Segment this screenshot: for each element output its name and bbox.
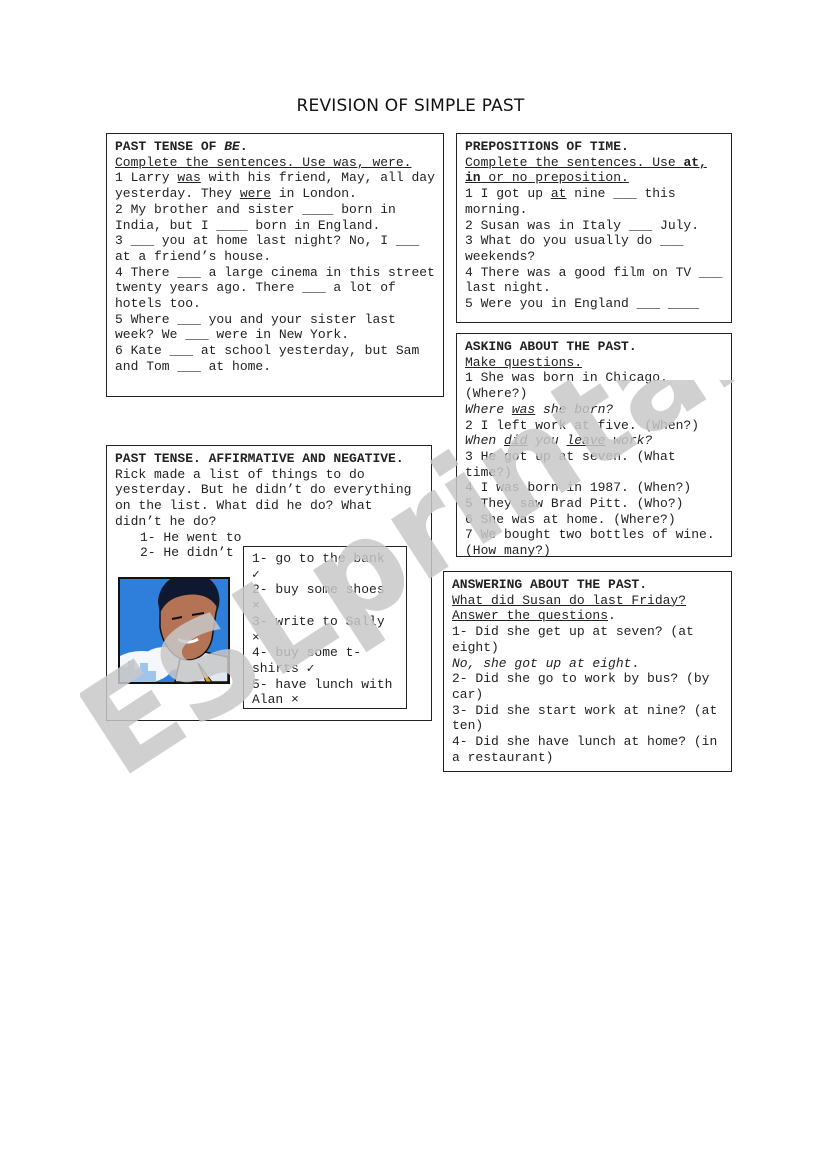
instructions: Make questions.	[465, 354, 583, 370]
exercise-item: 2 I left work at five. (When?)	[465, 417, 700, 433]
section-heading: PAST TENSE. AFFIRMATIVE AND NEGATIVE.	[115, 451, 404, 466]
exercise-item: 2- Did she go to work by bus? (by car)	[452, 671, 710, 702]
exercise-item: 4 I was born in 1987. (When?)	[465, 480, 692, 496]
section-heading: ANSWERING ABOUT THE PAST.	[452, 577, 648, 592]
exercise-item: 5 They saw Brad Pitt. (Who?)	[465, 496, 684, 512]
exercise-item: 3 What do you usually do ___ weekends?	[465, 233, 684, 264]
man-illustration	[118, 577, 230, 684]
exercise-item: 7 We bought two bottles of wine. (How ma…	[465, 527, 715, 557]
todo-item: 1- go to the bank ✓	[252, 551, 398, 582]
exercise-item: 3 ___ you at home last night? No, I ___ …	[115, 233, 420, 264]
section-heading: ASKING ABOUT THE PAST.	[465, 339, 637, 354]
exercise-item: 4 There was a good film on TV ___ last n…	[465, 264, 723, 296]
example-answer: Where was she born?	[465, 402, 723, 418]
todo-text: 1- go to the bank	[252, 551, 385, 566]
check-icon: ✓	[252, 566, 260, 582]
exercise-item: 5 Where ___ you and your sister last wee…	[115, 311, 396, 343]
text: Complete the sentences. Use	[465, 154, 684, 170]
exercise-item: 1 She was born in Chicago. (Where?)	[465, 370, 668, 402]
check-icon: ✓	[306, 660, 315, 676]
exercise-item: 3 He got up at seven. (What time?)	[465, 448, 676, 480]
exercise-item: 5 Were you in England ___ ____	[465, 296, 700, 312]
exercise-item: 1- Did she get up at seven? (at eight)	[452, 624, 694, 655]
heading-dot: .	[239, 139, 248, 154]
exercise-item: 2 Susan was in Italy ___ July.	[465, 217, 700, 233]
text: in London.	[271, 186, 357, 202]
exercise-item: 1 I got up at nine ___ this morning.	[465, 186, 723, 217]
exercise-item: 6 She was at home. (Where?)	[465, 511, 676, 527]
cross-icon: ×	[252, 598, 260, 614]
intro-text: Rick made a list of things to do yesterd…	[115, 466, 412, 529]
todo-item: 2- buy some shoes ×	[252, 582, 398, 613]
todo-text: 5- have lunch with Alan	[252, 676, 393, 708]
text-underlined: was	[511, 401, 536, 417]
todo-item: 4- buy some t-shirts ✓	[252, 645, 398, 676]
cross-icon: ×	[252, 629, 260, 645]
todo-text: 2- buy some shoes	[252, 582, 385, 598]
prepositions-section: PREPOSITIONS OF TIME. Complete the sente…	[456, 133, 732, 323]
text: When	[465, 433, 505, 449]
answer-line: 1- He went to	[140, 529, 242, 545]
example-answer: was	[177, 170, 201, 186]
text: Where	[465, 401, 512, 417]
todo-item: 3- write to Sally ×	[252, 614, 398, 645]
exercise-item: 2 My brother and sister ____ born in Ind…	[115, 201, 396, 233]
text: 1 Larry	[115, 170, 178, 186]
instructions: Answer the questions.	[452, 608, 723, 624]
todo-text: 3- write to Sally	[252, 613, 385, 629]
instructions: Complete the sentences. Use at, in or no…	[465, 155, 723, 186]
instructions: Complete the sentences. Use was, were.	[115, 154, 412, 170]
text: work?	[605, 433, 653, 449]
exercise-item: 6 Kate ___ at school yesterday, but Sam …	[115, 343, 420, 374]
page-title: REVISION OF SIMPLE PAST	[296, 96, 525, 116]
man-portrait-icon	[120, 579, 228, 682]
example-answer: No, she got up at eight.	[452, 656, 723, 672]
past-tense-be-section: PAST TENSE OF BE. Complete the sentences…	[106, 133, 444, 397]
text: .	[631, 655, 640, 671]
answering-section: ANSWERING ABOUT THE PAST. What did Susan…	[443, 571, 732, 772]
text-italic: No, she got up at eight	[452, 655, 632, 671]
text-underlined: Answer the questions	[452, 608, 609, 624]
text: you	[527, 433, 567, 449]
heading-italic: BE	[224, 139, 240, 154]
exercise-item: 3- Did she start work at nine? (at ten)	[452, 702, 718, 734]
example-answer: at	[550, 186, 567, 202]
cross-icon: ×	[291, 692, 299, 708]
text: she born?	[535, 401, 614, 417]
section-heading: PREPOSITIONS OF TIME.	[465, 139, 629, 154]
instructions: What did Susan do last Friday?	[452, 592, 687, 608]
todo-item: 5- have lunch with Alan ×	[252, 677, 398, 708]
asking-section: ASKING ABOUT THE PAST. Make questions. 1…	[456, 333, 732, 557]
todo-list: 1- go to the bank ✓ 2- buy some shoes × …	[243, 546, 407, 709]
text-underlined: leave	[566, 433, 606, 449]
example-answer: When did you leave work?	[465, 433, 723, 449]
example-answer: were	[239, 186, 272, 202]
exercise-item: 4 There ___ a large cinema in this stree…	[115, 264, 435, 312]
text: or no preposition.	[480, 170, 629, 186]
text: .	[608, 608, 616, 624]
text: 1 I got up	[465, 186, 551, 202]
exercise-item: 4- Did she have lunch at home? (in a res…	[452, 734, 718, 765]
exercise-item: 1 Larry was with his friend, May, all da…	[115, 170, 435, 201]
text-underlined: did	[504, 433, 528, 449]
heading-text: PAST TENSE OF	[115, 139, 225, 154]
section-heading: PAST TENSE OF BE.	[115, 139, 435, 155]
